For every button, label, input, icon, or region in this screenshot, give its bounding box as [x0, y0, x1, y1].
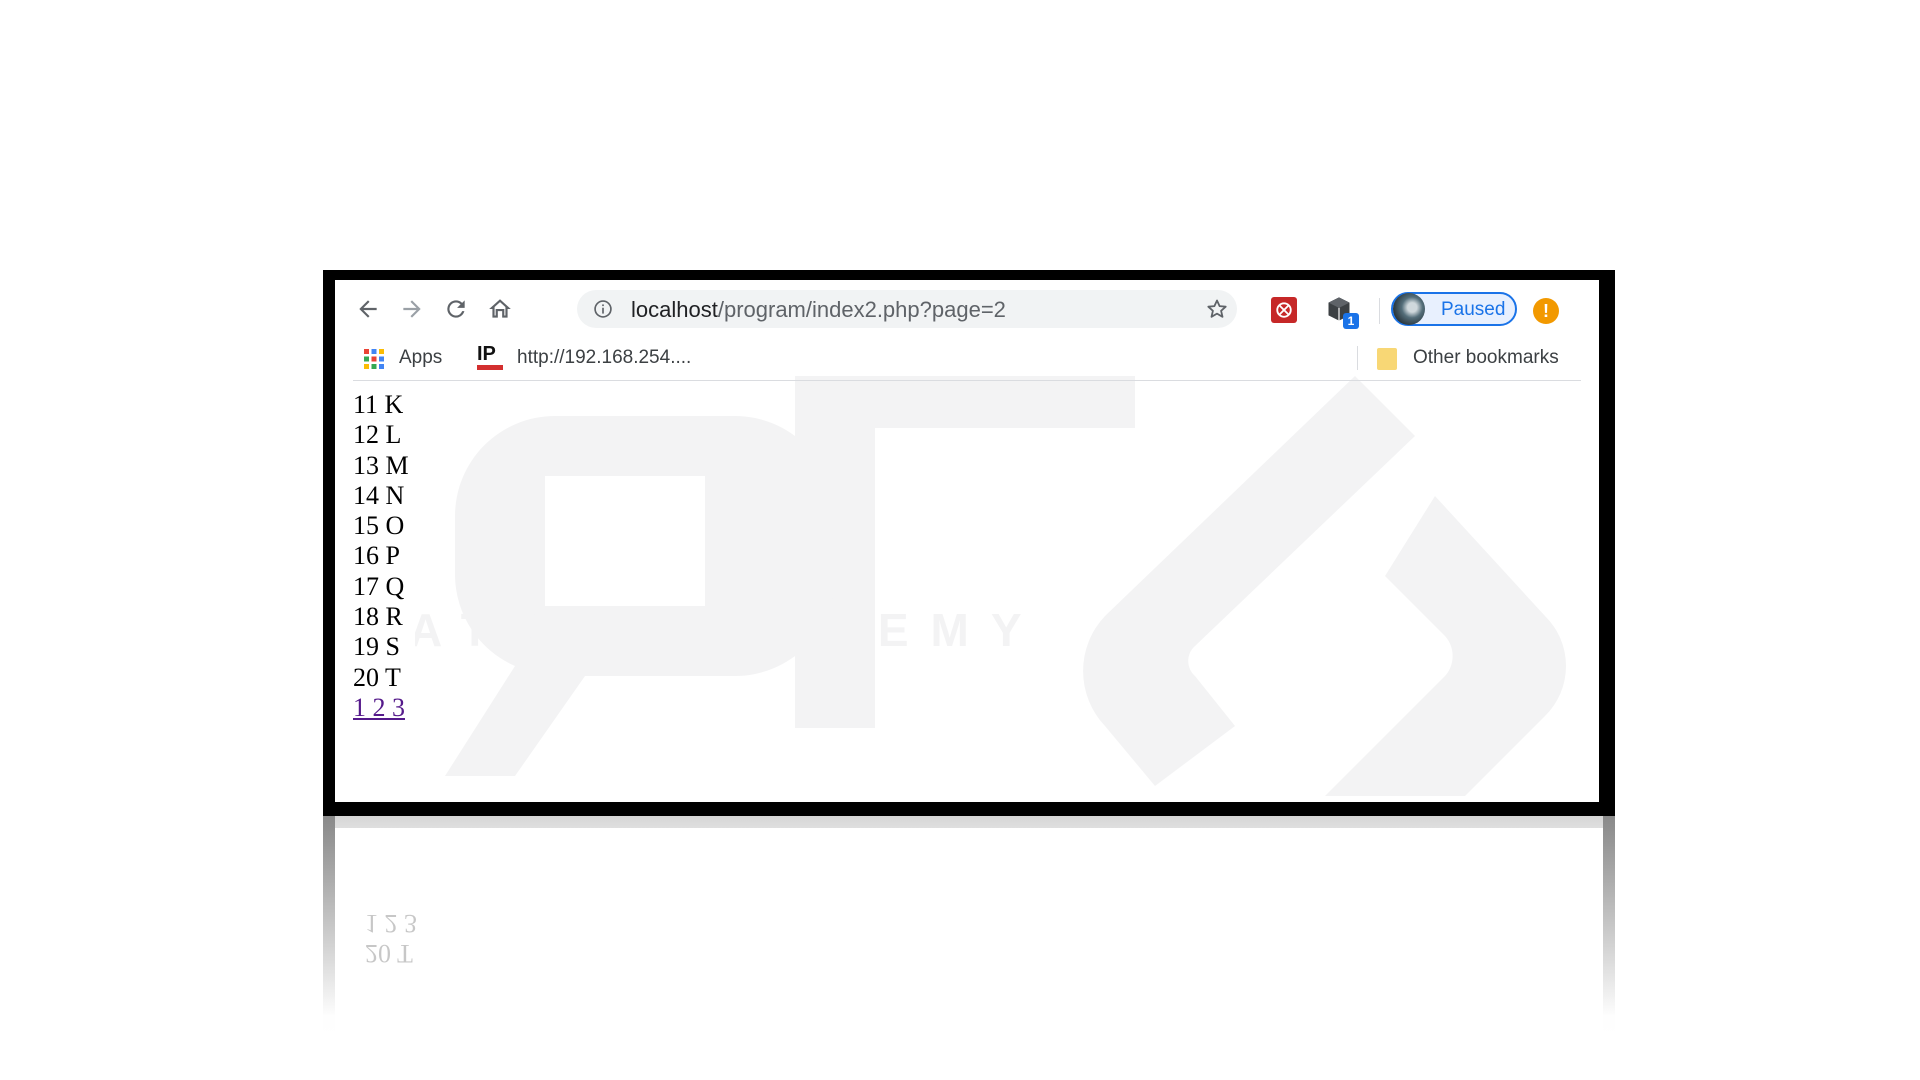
watermark-text: ATRO ACADEMY	[415, 604, 1044, 656]
toolbar-divider	[353, 380, 1581, 381]
star-icon[interactable]	[1205, 297, 1229, 321]
reflection-edge-left	[323, 816, 335, 1016]
profile-status-label: Paused	[1441, 299, 1506, 320]
bookmarks-bar: Apps IP http://192.168.254.... Other boo…	[335, 336, 1599, 376]
list-item: 15 O	[353, 511, 405, 541]
url-host: localhost	[631, 297, 718, 322]
page-link-3[interactable]: 3	[392, 693, 405, 722]
list-item: 11 K	[353, 390, 404, 419]
blocker-extension-icon[interactable]	[1271, 297, 1297, 323]
watermark-shape-4	[1083, 376, 1415, 786]
watermark-shape-3	[1325, 496, 1567, 796]
info-icon[interactable]	[593, 299, 613, 319]
browser-toolbar: localhost/program/index2.php?page=2 1 Pa…	[335, 280, 1599, 336]
reload-icon[interactable]	[441, 294, 471, 324]
page-link-2[interactable]: 2	[373, 693, 386, 722]
reflection-surface: 20 T 1 2 3	[335, 828, 1603, 1076]
package-extension-icon[interactable]: 1	[1325, 295, 1359, 329]
page-content: 11 K 12 L 13 M 14 N 15 O 16 P 17 Q 18 R …	[353, 390, 409, 723]
folder-icon	[1377, 348, 1397, 370]
list-item: 16 P	[353, 541, 400, 571]
ip-favicon-text: IP	[477, 343, 496, 365]
browser-window: ATRO ACADEMY localhost/program/index2.ph…	[335, 280, 1599, 802]
apps-grid-icon[interactable]	[363, 348, 385, 370]
reflection-edge-right	[1603, 816, 1615, 1016]
other-bookmarks-folder[interactable]: Other bookmarks	[1413, 348, 1559, 367]
apps-bookmark[interactable]: Apps	[399, 348, 442, 367]
forward-arrow-icon[interactable]	[397, 294, 427, 324]
list-item: 18 R	[353, 602, 403, 632]
list-item: 13 M	[353, 450, 409, 480]
ip-favicon-icon: IP	[477, 344, 503, 372]
list-item: 20 T	[353, 662, 401, 692]
back-arrow-icon[interactable]	[353, 294, 383, 324]
reflection-line: 1 2 3	[365, 909, 417, 938]
avatar	[1393, 293, 1425, 325]
toolbar-separator	[1379, 298, 1380, 324]
window-reflection: 20 T 1 2 3	[323, 816, 1615, 1076]
reflection-line: 20 T	[365, 939, 413, 968]
bookmarks-separator	[1357, 346, 1358, 370]
extension-badge: 1	[1343, 313, 1359, 329]
reflection-text: 20 T 1 2 3	[365, 908, 417, 968]
window-frame: ATRO ACADEMY localhost/program/index2.ph…	[323, 270, 1615, 816]
list-item: 12 L	[353, 420, 402, 450]
ip-favicon-bar	[477, 365, 503, 370]
url-text[interactable]: localhost/program/index2.php?page=2	[631, 299, 1006, 321]
address-bar[interactable]: localhost/program/index2.php?page=2	[577, 290, 1237, 328]
profile-button[interactable]: Paused	[1391, 292, 1517, 326]
list-item: 19 S	[353, 632, 400, 662]
url-path: /program/index2.php?page=2	[717, 297, 1006, 322]
home-icon[interactable]	[485, 294, 515, 324]
alert-icon[interactable]: !	[1533, 298, 1559, 324]
watermark-shape-2	[445, 416, 835, 776]
ip-bookmark[interactable]: http://192.168.254....	[517, 348, 691, 367]
screenshot-stage: ATRO ACADEMY localhost/program/index2.ph…	[0, 0, 1920, 1080]
list-item: 17 Q	[353, 571, 405, 601]
list-item: 14 N	[353, 480, 405, 510]
pagination: 1 2 3	[353, 693, 409, 723]
atro-academy-watermark: ATRO ACADEMY	[415, 376, 1567, 796]
watermark-shape-1	[795, 376, 1135, 728]
page-link-1[interactable]: 1	[353, 693, 366, 722]
